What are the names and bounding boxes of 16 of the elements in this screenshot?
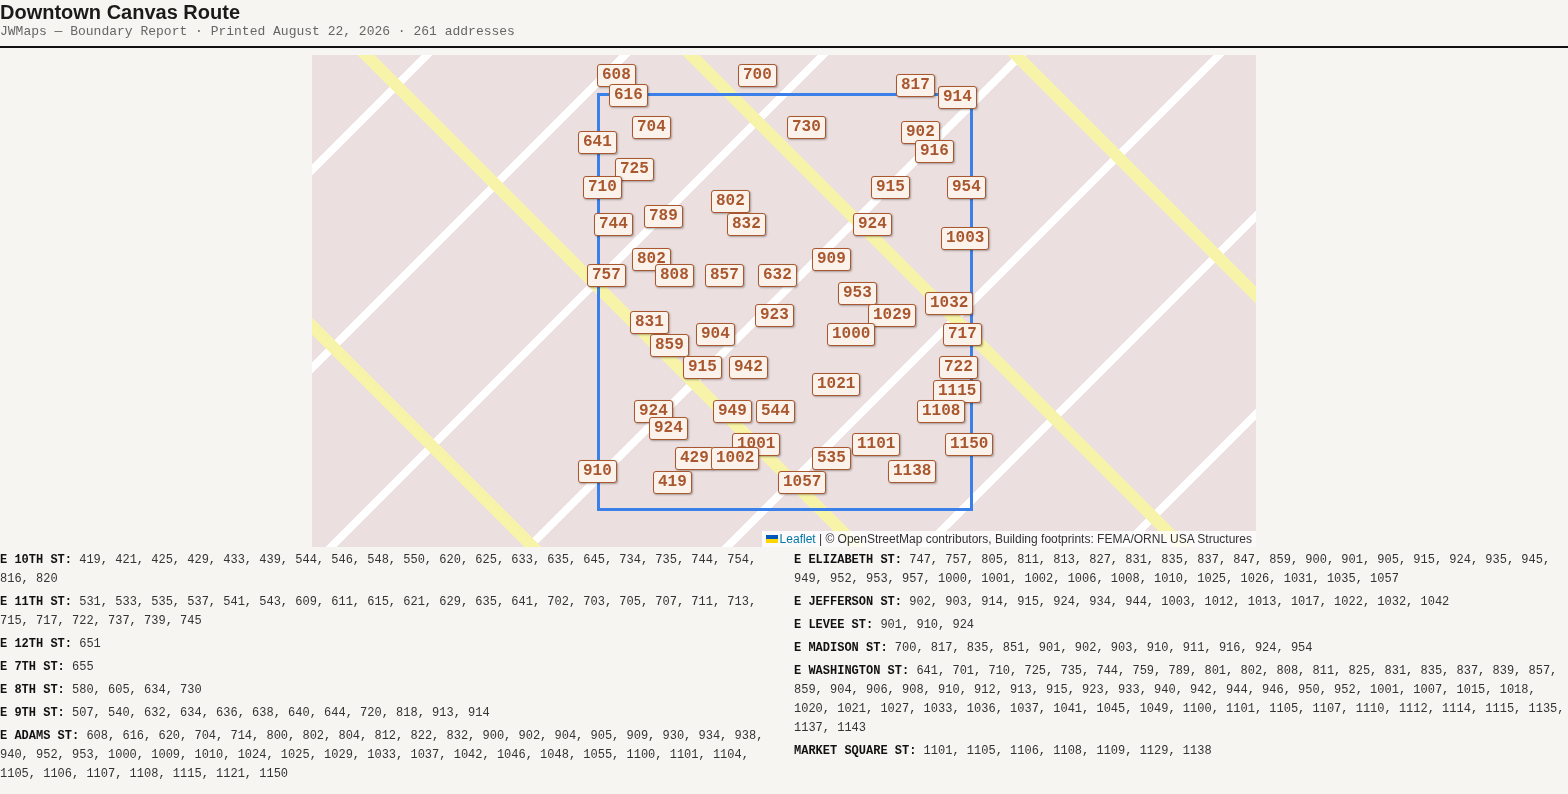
street-address-list: E ELIZABETH ST: 747, 757, 805, 811, 813, 827, 831, 835, 837, 847, 859, 900, 901, 905, 915, 924, 935, 945, 949, 952, 953, 957, 1000, 1001, 1002, 1006, 1008, 1010, 1025, 1026, 1031, 1035, 1057 <box>794 551 1568 589</box>
street-address-list: E MADISON ST: 700, 817, 835, 851, 901, 902, 903, 910, 911, 916, 924, 954 <box>794 639 1568 658</box>
street-address-list: E 8TH ST: 580, 605, 634, 730 <box>0 681 774 700</box>
attribution-text: | © OpenStreetMap contributors, Building footprints: FEMA/ORNL USA Structures <box>817 532 1252 546</box>
street-address-list: E 11TH ST: 531, 533, 535, 537, 541, 543, 609, 611, 615, 621, 629, 635, 641, 702, 703, 705, 707, 711, 713, 715, 717, 722, 737, 739, 745 <box>0 593 774 631</box>
street-address-list: E JEFFERSON ST: 902, 903, 914, 915, 924, 934, 944, 1003, 1012, 1013, 1017, 1022, 1032, 1042 <box>794 593 1568 612</box>
street-address-list: E 9TH ST: 507, 540, 632, 634, 636, 638, 640, 644, 720, 818, 913, 914 <box>0 704 774 723</box>
street-address-list: E 7TH ST: 655 <box>0 658 774 677</box>
street-address-list: E WASHINGTON ST: 641, 701, 710, 725, 735, 744, 759, 789, 801, 802, 808, 811, 825, 831, 835, 837, 839, 857, 859, 904, 906, 908, 910, 912, 913, 915, 923, 933, 940, 942, 944, 946, 950, 952, 1001, 1007, 1015, 1018, 1020, 1021, 1027, 1033, 1036, 1037, 1041, 1045, 1049, 1100, 1101, 1105, 1107, 1110, 1112, 1114, 1115, 1135, 1137, 1143 <box>794 662 1568 738</box>
street-address-list: E ADAMS ST: 608, 616, 620, 704, 714, 800, 802, 804, 812, 822, 832, 900, 902, 904, 905, 909, 930, 934, 938, 940, 952, 953, 1000, 1009, 1010, 1024, 1025, 1029, 1033, 1037, 1042, 1046, 1048, 1055, 1100, 1101, 1104, 1105, 1106, 1107, 1108, 1115, 1121, 1150 <box>0 727 774 784</box>
report-title: Downtown Canvas Route <box>0 0 241 24</box>
report-subtitle: JWMaps — Boundary Report · Printed August 22, 2026 · 261 addresses <box>0 24 516 40</box>
street-address-list: MARKET SQUARE ST: 1101, 1105, 1106, 1108, 1109, 1129, 1138 <box>794 742 1568 761</box>
street-address-list: E LEVEE ST: 901, 910, 924 <box>794 616 1568 635</box>
street-address-list: E 12TH ST: 651 <box>0 635 774 654</box>
street-address-list: E 10TH ST: 419, 421, 425, 429, 433, 439, 544, 546, 548, 550, 620, 625, 633, 635, 645, 734, 735, 744, 754, 816, 820 <box>0 551 774 589</box>
